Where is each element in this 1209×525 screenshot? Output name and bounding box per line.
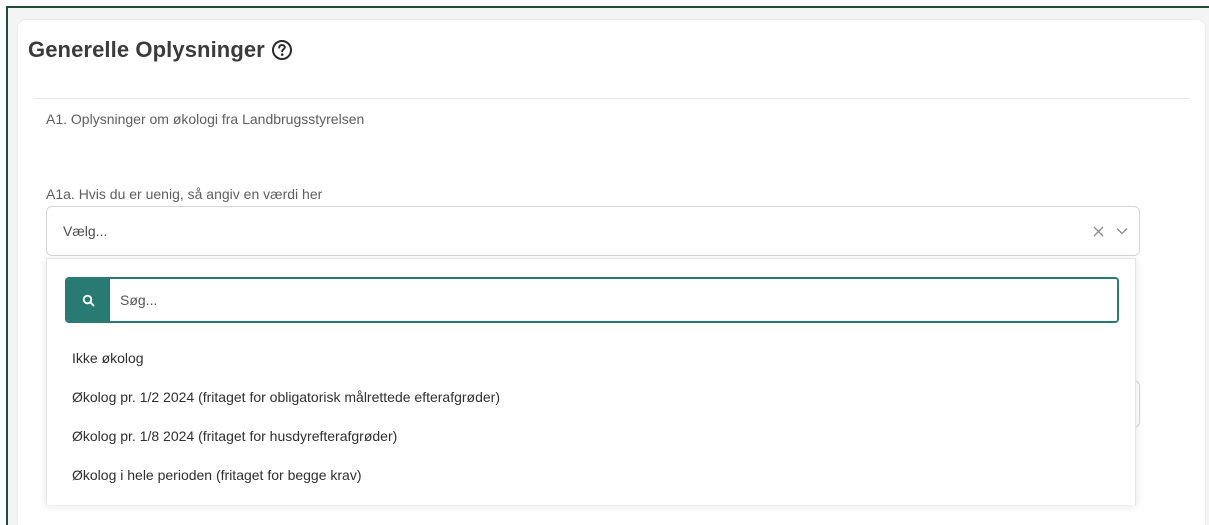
search-input[interactable]: [109, 279, 1117, 321]
section-label: A1. Oplysninger om økologi fra Landbrugs…: [46, 111, 365, 127]
select-controls: [1091, 207, 1129, 255]
chevron-down-icon[interactable]: [1115, 224, 1129, 238]
option-item[interactable]: Økolog i hele perioden (fritaget for beg…: [47, 456, 1135, 495]
page-title: Generelle Oplysninger: [28, 37, 293, 63]
page-title-text: Generelle Oplysninger: [28, 37, 265, 62]
question-circle-icon[interactable]: [271, 39, 293, 61]
value-select[interactable]: Vælg...: [46, 206, 1140, 256]
select-value: Vælg...: [63, 223, 108, 239]
select-dropdown: Ikke økolog Økolog pr. 1/2 2024 (fritage…: [46, 258, 1136, 505]
search-icon[interactable]: [67, 279, 109, 321]
option-item[interactable]: Ikke økolog: [47, 339, 1135, 378]
option-list: Ikke økolog Økolog pr. 1/2 2024 (fritage…: [47, 339, 1135, 495]
option-item[interactable]: Økolog pr. 1/2 2024 (fritaget for obliga…: [47, 378, 1135, 417]
option-item[interactable]: Økolog pr. 1/8 2024 (fritaget for husdyr…: [47, 417, 1135, 456]
close-icon[interactable]: [1091, 224, 1105, 238]
field-label: A1a. Hvis du er uenig, så angiv en værdi…: [46, 186, 323, 202]
search-box: [65, 277, 1119, 323]
